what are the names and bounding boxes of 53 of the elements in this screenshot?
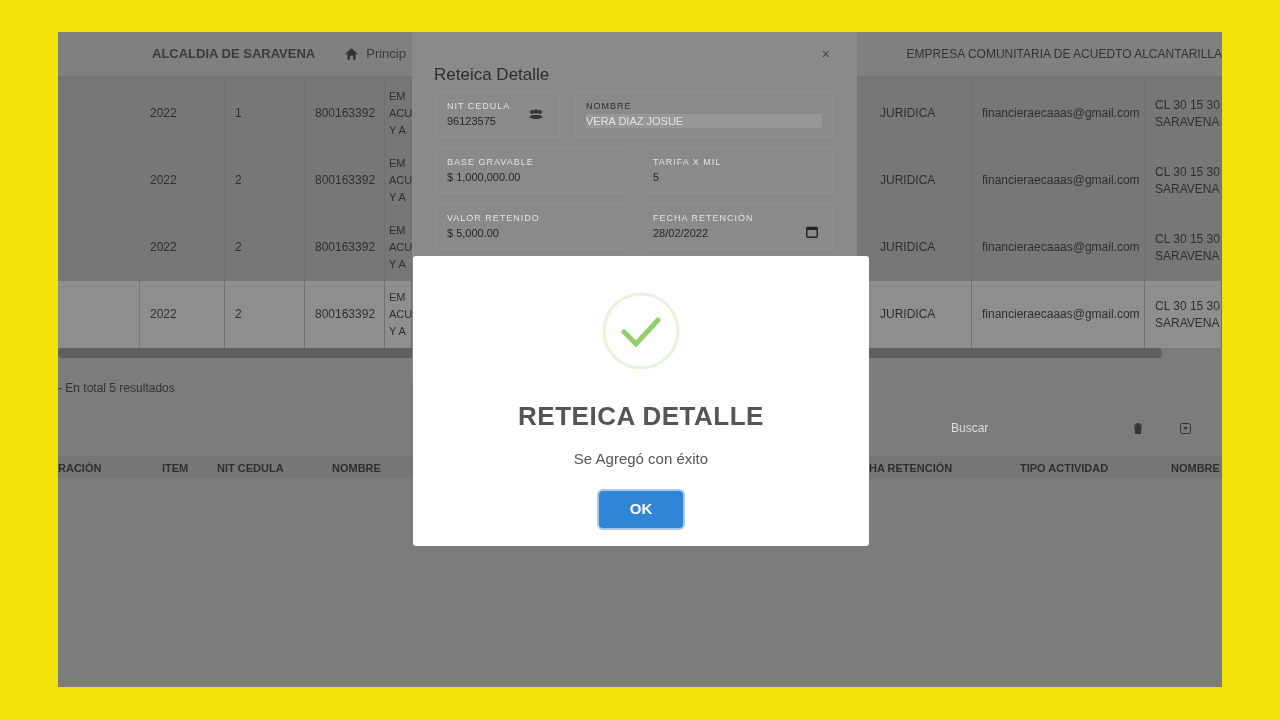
table-cell: 1 [235,105,242,122]
table-cell: CL 30 15 30 SARAVENA [1155,297,1220,332]
field-value: 28/02/2022 [653,226,710,240]
table-cell: financieraecaaas@gmail.com [982,239,1140,256]
table-cell: 2 [235,172,242,189]
table-cell-text: EM ACU Y A [389,89,413,138]
table-cell-text: EM ACU Y A [389,290,413,339]
table-cell: JURIDICA [880,105,936,122]
table-cell: 2022 [150,306,177,323]
table-cell: 800163392 [315,239,376,256]
table-cell: 800163392 [315,306,376,323]
table-cell: 2 [235,306,242,323]
modal-title: Reteica Detalle [434,64,550,86]
field-value: 96123575 [447,114,497,128]
organization-name: ALCALDIA DE SARAVENA [152,45,316,64]
field-value: 5 [653,170,661,184]
table-cell: financieraecaaas@gmail.com [982,172,1140,189]
table-cell: 2 [235,239,242,256]
field-label: VALOR RETENIDO [447,212,541,224]
table-cell: 2022 [150,172,177,189]
field-value: $ 1,000,000.00 [447,170,522,184]
field-value: $ 5,000.00 [447,226,500,240]
field-value: VERA DIAZ JOSUE [586,114,822,128]
company-name: EMPRESA COMUNITARIA DE ACUEDTO ALCANTARILLA [906,46,1222,63]
table-cell-text: EM ACU Y A [389,156,413,205]
table-cell: JURIDICA [880,172,936,189]
table-cell: CL 30 15 30 SARAVENA [1155,96,1220,131]
table-cell: 800163392 [315,172,376,189]
table-cell: 2022 [150,239,177,256]
column-header: HA RETENCIÓN [869,462,953,474]
column-header: NIT CEDULA [217,462,284,474]
table-cell: 2022 [150,105,177,122]
alert-message: Se Agregó con éxito [573,449,709,469]
results-summary: - En total 5 resultados [58,380,176,396]
field-label: FECHA RETENCIÓN [653,212,755,224]
column-header: NOMBRE [1171,462,1220,474]
table-cell-text: EM ACU Y A [389,223,413,272]
table-cell: CL 30 15 30 SARAVENA [1155,230,1220,265]
table-cell: CL 30 15 30 SARAVENA [1155,163,1220,198]
field-label: NIT CEDULA [447,100,512,112]
column-header: TIPO ACTIVIDAD [1020,462,1109,474]
column-header: NOMBRE [332,462,381,474]
column-header: RACIÓN [58,462,102,474]
column-header: ITEM [162,462,189,474]
table-cell: financieraecaaas@gmail.com [982,105,1140,122]
table-cell: JURIDICA [880,306,936,323]
table-cell: JURIDICA [880,239,936,256]
table-cell: 800163392 [315,105,376,122]
field-label: NOMBRE [586,100,633,112]
alert-title: RETEICA DETALLE [518,400,764,433]
table-cell: financieraecaaas@gmail.com [982,306,1140,323]
field-label: TARIFA X MIL [653,156,723,168]
field-label: BASE GRAVABLE [447,156,535,168]
